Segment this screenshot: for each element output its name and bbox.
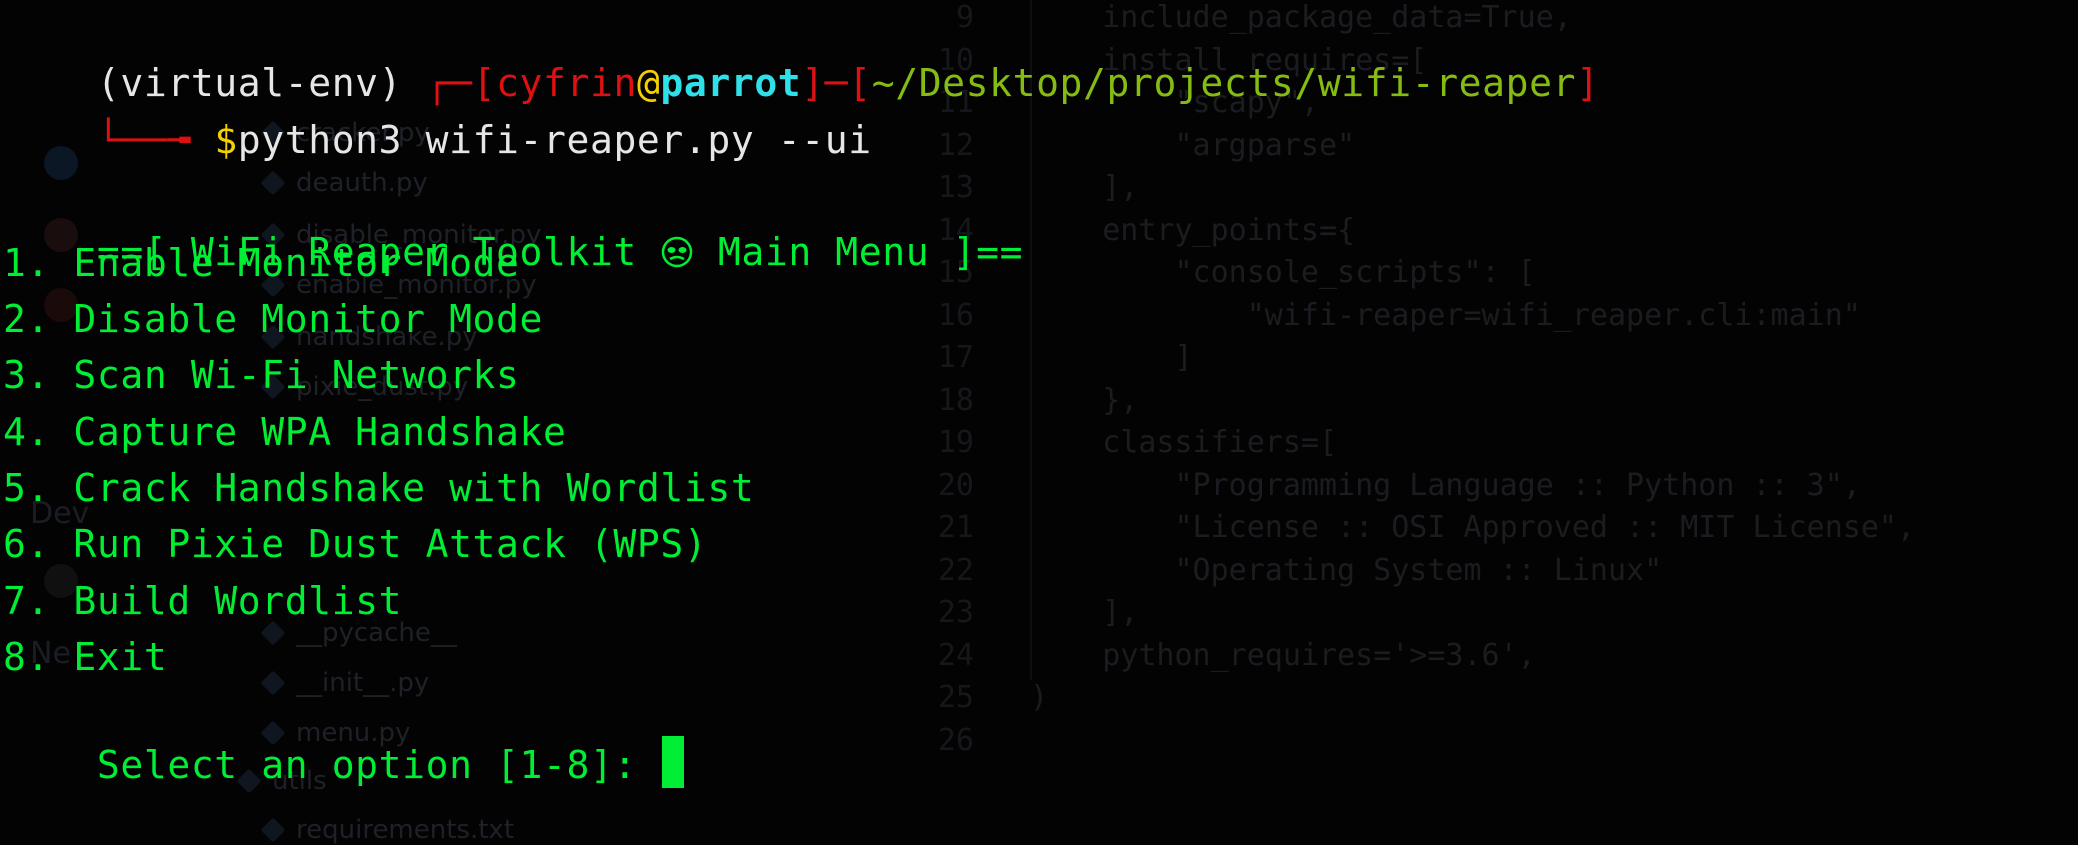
code-line: ], xyxy=(1030,170,1139,205)
code-line: }, xyxy=(1030,382,1139,418)
menu-item-enable-monitor[interactable]: 1. Enable Monitor Mode xyxy=(3,240,520,286)
line-number: 26 xyxy=(937,722,974,758)
code-line: classifiers=[ xyxy=(1030,425,1338,460)
menu-item-disable-monitor[interactable]: 2. Disable Monitor Mode xyxy=(3,296,543,342)
menu-item-crack-handshake[interactable]: 5. Crack Handshake with Wordlist xyxy=(3,465,754,511)
code-line: ) xyxy=(1030,680,1049,715)
line-number: 25 xyxy=(937,680,974,715)
input-prompt: Select an option [1-8]: xyxy=(96,743,661,787)
prompt-box-bottom: └──╼ xyxy=(96,118,215,162)
line-number: 23 xyxy=(937,595,974,630)
python-file-icon xyxy=(260,620,286,646)
code-line: python_requires='>=3.6', xyxy=(1030,637,1536,673)
code-line: "License :: OSI Approved :: MIT License"… xyxy=(1030,510,1916,545)
menu-header-right: Main Menu ]== xyxy=(694,230,1024,274)
menu-item-exit[interactable]: 8. Exit xyxy=(3,634,167,680)
code-line: entry_points={ xyxy=(1030,212,1356,248)
prompt-close: ] xyxy=(1576,61,1600,105)
code-line: ] xyxy=(1030,340,1193,375)
menu-item-pixie-dust[interactable]: 6. Run Pixie Dust Attack (WPS) xyxy=(3,521,707,567)
line-number: 19 xyxy=(937,425,974,460)
menu-item-scan-networks[interactable]: 3. Scan Wi-Fi Networks xyxy=(3,352,520,398)
code-line: "Programming Language :: Python :: 3", xyxy=(1030,467,1861,503)
line-number: 24 xyxy=(937,637,974,673)
command-text: python3 wifi-reaper.py --ui xyxy=(237,118,872,162)
prompt-dollar: $ xyxy=(214,118,238,162)
line-number: 18 xyxy=(937,382,974,418)
input-line[interactable]: Select an option [1-8]: xyxy=(3,690,685,834)
line-number: 22 xyxy=(937,552,974,588)
prompt-path: ~/Desktop/projects/wifi-reaper xyxy=(871,61,1577,105)
line-number: 21 xyxy=(937,510,974,545)
line-number: 20 xyxy=(937,467,974,503)
menu-item-capture-handshake[interactable]: 4. Capture WPA Handshake xyxy=(3,409,566,455)
menu-item-build-wordlist[interactable]: 7. Build Wordlist xyxy=(3,578,402,624)
block-cursor[interactable] xyxy=(662,736,685,788)
code-line: "wifi-reaper=wifi_reaper.cli:main" xyxy=(1030,297,1861,333)
code-line: "console_scripts": [ xyxy=(1030,255,1536,290)
code-line: ], xyxy=(1030,595,1139,630)
mask-icon xyxy=(660,233,694,268)
code-line: "Operating System :: Linux" xyxy=(1030,552,1663,588)
line-number: 17 xyxy=(937,340,974,375)
